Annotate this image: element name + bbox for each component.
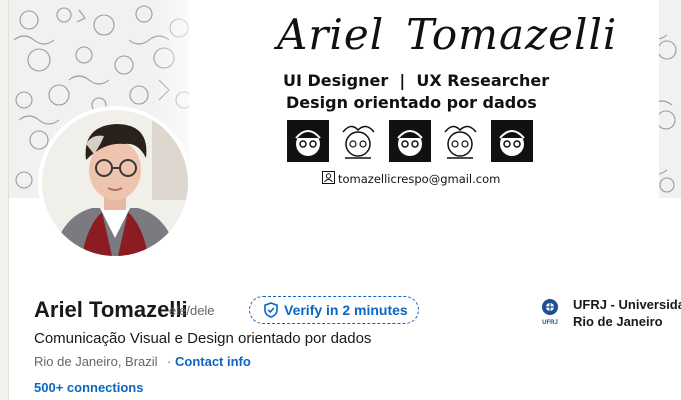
profile-photo[interactable] [38, 106, 192, 260]
avatar-image [42, 110, 188, 256]
separator-dot: · [167, 354, 172, 369]
verify-label: Verify in 2 minutes [284, 302, 408, 318]
profile-name: Ariel Tomazelli [34, 297, 188, 322]
signature-first: Ariel [277, 10, 385, 59]
face-illustration-icon [389, 120, 431, 162]
university-logo-icon[interactable]: UFRJ [539, 297, 561, 327]
banner-illustration-row [287, 120, 533, 164]
face-sketch-icon [337, 120, 379, 162]
profile-headline: Comunicação Visual e Design orientado po… [34, 330, 372, 347]
verify-button[interactable]: Verify in 2 minutes [249, 296, 419, 324]
connections-link[interactable]: 500+ connections [34, 380, 143, 395]
face-illustration-icon [287, 120, 329, 162]
signature-last: Tomazelli [406, 10, 618, 59]
banner-signature: Ariel Tomazelli [277, 10, 617, 59]
face-illustration-icon [491, 120, 533, 162]
education-entry[interactable]: UFRJ - Universida Rio de Janeiro [573, 296, 681, 330]
email-icon [322, 171, 335, 184]
banner-role: UI Designer | UX Researcher [283, 71, 550, 90]
logo-text: UFRJ [542, 320, 558, 326]
profile-location: Rio de Janeiro, Brazil [34, 354, 158, 369]
profile-card: Ariel Tomazelli UI Designer | UX Research… [8, 0, 681, 400]
profile-pronouns: ele/dele [169, 303, 215, 318]
education-line1: UFRJ - Universida [573, 297, 681, 312]
banner-email: tomazellicrespo@gmail.com [338, 172, 501, 186]
shield-check-icon [264, 302, 278, 318]
education-line2: Rio de Janeiro [573, 314, 663, 329]
contact-info-link[interactable]: Contact info [175, 354, 251, 369]
banner-tagline: Design orientado por dados [286, 93, 537, 112]
face-sketch-icon [439, 120, 481, 162]
